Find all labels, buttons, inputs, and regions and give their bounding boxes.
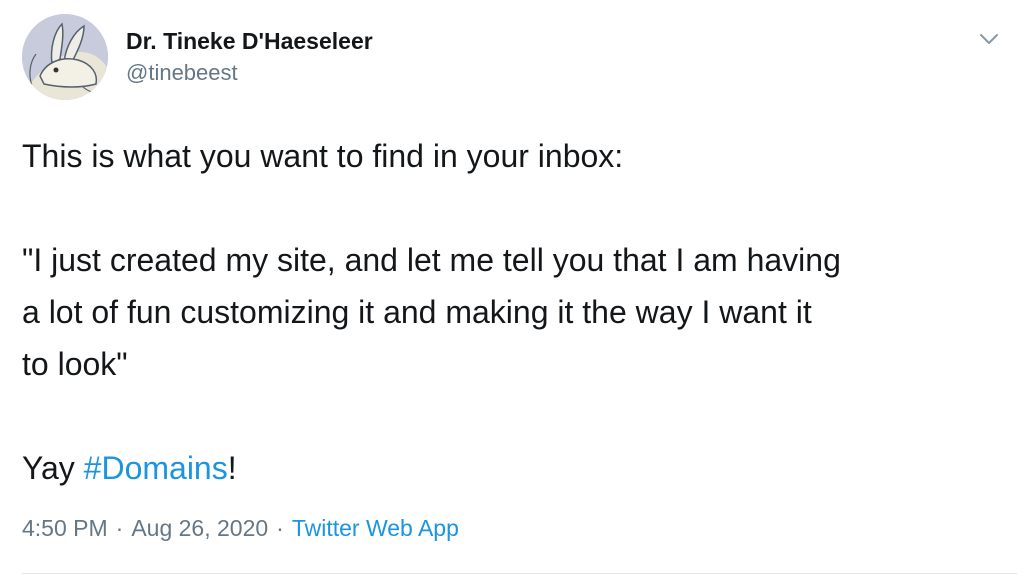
rabbit-drawing-icon [22,14,108,100]
author-avatar[interactable] [22,14,108,100]
hashtag-link[interactable]: #Domains [84,450,228,486]
tweet-line: This is what you want to find in your in… [22,138,624,174]
yay-text: Yay [22,450,84,486]
tweet-text: This is what you want to find in your in… [22,130,1007,494]
tweet-line: to look" [22,346,128,382]
exclamation-text: ! [227,450,237,486]
divider [22,573,1017,574]
author-handle[interactable]: @tinebeest [126,60,238,86]
tweet-card: Dr. Tineke D'Haeseleer @tinebeest This i… [0,0,1024,577]
tweet-time[interactable]: 4:50 PM [22,515,108,541]
meta-separator: · [276,515,284,541]
author-display-name[interactable]: Dr. Tineke D'Haeseleer [126,28,373,55]
tweet-date[interactable]: Aug 26, 2020 [131,515,268,541]
tweet-line: "I just created my site, and let me tell… [22,242,841,278]
tweet-line-yay: Yay #Domains! [22,442,1007,494]
tweet-meta: 4:50 PM · Aug 26, 2020 · Twitter Web App [22,515,459,542]
meta-separator: · [115,515,124,541]
tweet-source-link[interactable]: Twitter Web App [292,515,459,541]
tweet-line: a lot of fun customizing it and making i… [22,294,812,330]
chevron-down-icon[interactable] [974,24,1004,54]
